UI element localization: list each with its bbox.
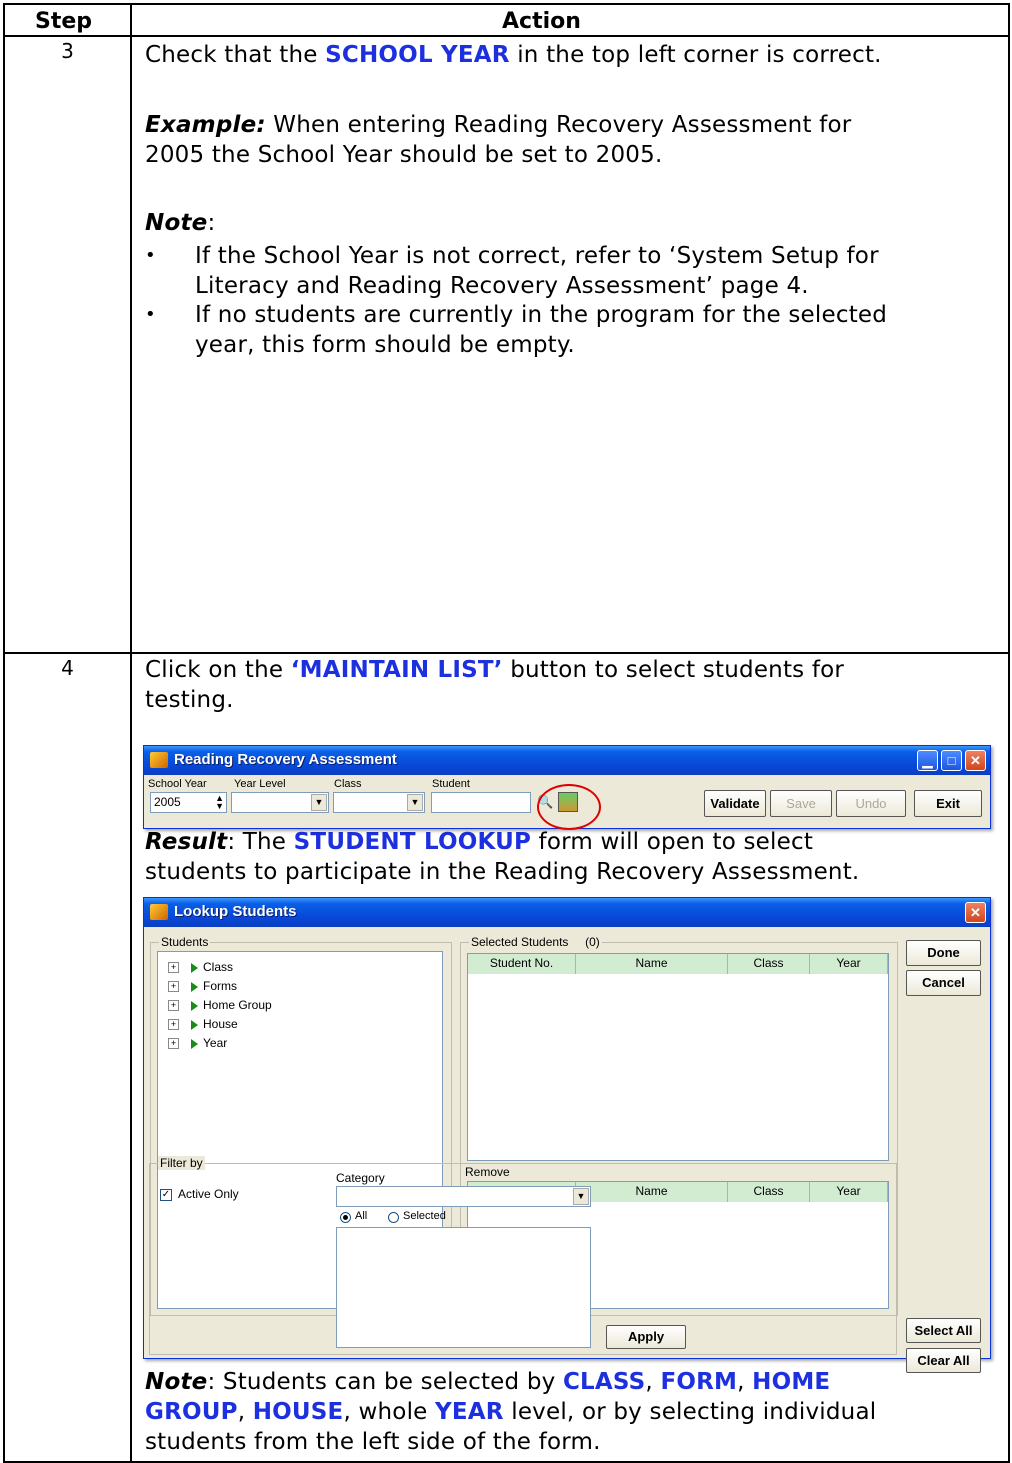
step-number-3: 3 <box>61 39 74 63</box>
tree-item-forms[interactable]: + Forms <box>168 977 237 996</box>
tree-item-house[interactable]: + House <box>168 1015 238 1034</box>
expand-icon[interactable]: + <box>168 981 179 993</box>
select-all-button[interactable]: Select All <box>906 1318 981 1343</box>
selected-students-title: Selected Students (0) <box>469 935 602 949</box>
bullet-dot: • <box>145 245 156 266</box>
header-divider <box>5 35 1008 37</box>
category-label: Category <box>336 1171 385 1185</box>
arrow-icon <box>191 1000 198 1011</box>
step-number-4: 4 <box>61 656 74 680</box>
close-icon[interactable]: ✕ <box>965 902 986 923</box>
selected-radio-label: Selected <box>403 1210 446 1222</box>
all-radio[interactable] <box>340 1212 351 1223</box>
arrow-icon <box>191 981 198 992</box>
app-icon <box>150 904 168 920</box>
class-dropdown[interactable]: ▼ <box>333 792 425 813</box>
column-header[interactable]: Student No. <box>468 954 576 974</box>
step3-bullet-2: If no students are currently in the prog… <box>195 302 888 358</box>
student-input[interactable] <box>431 792 531 813</box>
expand-icon[interactable]: + <box>168 1000 179 1012</box>
maximize-icon[interactable]: □ <box>941 750 962 771</box>
arrow-icon <box>191 1038 198 1049</box>
step3-example: Example: When entering Reading Recovery … <box>145 112 852 168</box>
app-icon <box>150 752 168 768</box>
tree-item-home-group[interactable]: + Home Group <box>168 996 272 1015</box>
year-level-label: Year Level <box>234 778 286 790</box>
tree-item-class[interactable]: + Class <box>168 958 233 977</box>
bullet-dot: • <box>145 304 156 325</box>
exit-button[interactable]: Exit <box>914 790 982 817</box>
selected-students-list[interactable]: Student No. Name Class Year <box>467 953 889 1161</box>
row-divider <box>5 652 1008 654</box>
validate-button[interactable]: Validate <box>704 790 766 817</box>
active-only-checkbox[interactable]: ✓ <box>160 1189 172 1201</box>
minimize-icon[interactable]: ▁ <box>917 750 938 771</box>
category-dropdown[interactable]: ▼ <box>336 1186 591 1207</box>
expand-icon[interactable]: + <box>168 1019 179 1031</box>
undo-button[interactable]: Undo <box>836 790 906 817</box>
step4-result: Result: The STUDENT LOOKUP form will ope… <box>145 829 860 885</box>
column-header[interactable]: Name <box>576 954 728 974</box>
step3-note-label: Note: <box>145 210 216 236</box>
step3-bullet-1: If the School Year is not correct, refer… <box>195 243 879 299</box>
clear-all-button[interactable]: Clear All <box>906 1348 981 1373</box>
filter-group: Filter by ✓ Active Only Category ▼ All S… <box>149 1156 897 1355</box>
column-header[interactable]: Class <box>728 954 810 974</box>
class-label: Class <box>334 778 362 790</box>
expand-icon[interactable]: + <box>168 962 179 974</box>
apply-button[interactable]: Apply <box>606 1325 686 1349</box>
step3-instruction: Check that the SCHOOL YEAR in the top le… <box>145 42 882 68</box>
step4-note: Note: Students can be selected by CLASS,… <box>145 1369 877 1455</box>
window-title: Lookup Students <box>174 903 297 920</box>
chevron-down-icon[interactable]: ▼ <box>573 1188 589 1205</box>
step4-instruction: Click on the ‘MAINTAIN LIST’ button to s… <box>145 657 845 713</box>
chevron-down-icon[interactable]: ▼ <box>407 794 423 811</box>
title-bar: Lookup Students ✕ <box>144 898 990 927</box>
spin-arrows-icon[interactable]: ▲ ▼ <box>215 794 224 811</box>
year-level-dropdown[interactable]: ▼ <box>231 792 329 813</box>
arrow-icon <box>191 1019 198 1030</box>
student-label: Student <box>432 778 470 790</box>
done-button[interactable]: Done <box>906 940 981 966</box>
title-bar: Reading Recovery Assessment ▁ □ ✕ <box>144 746 990 775</box>
header-step: Step <box>35 9 93 34</box>
students-group-title: Students <box>159 935 211 949</box>
window-title: Reading Recovery Assessment <box>174 751 397 768</box>
highlight-circle <box>537 784 601 830</box>
chevron-down-icon[interactable]: ▼ <box>311 794 327 811</box>
category-list[interactable] <box>336 1227 591 1348</box>
selected-radio[interactable] <box>388 1212 399 1223</box>
arrow-icon <box>191 962 198 973</box>
cancel-button[interactable]: Cancel <box>906 970 981 996</box>
school-year-spinner[interactable]: 2005 ▲ ▼ <box>150 792 227 813</box>
column-divider <box>130 5 132 1461</box>
header-action: Action <box>502 9 581 34</box>
expand-icon[interactable]: + <box>168 1038 179 1050</box>
close-icon[interactable]: ✕ <box>965 750 986 771</box>
school-year-label: School Year <box>148 778 207 790</box>
all-radio-label: All <box>355 1210 368 1222</box>
active-only-label: Active Only <box>178 1187 239 1201</box>
column-header[interactable]: Year <box>810 954 888 974</box>
tree-item-year[interactable]: + Year <box>168 1034 227 1053</box>
filter-group-title: Filter by <box>158 1156 205 1170</box>
save-button[interactable]: Save <box>770 790 832 817</box>
